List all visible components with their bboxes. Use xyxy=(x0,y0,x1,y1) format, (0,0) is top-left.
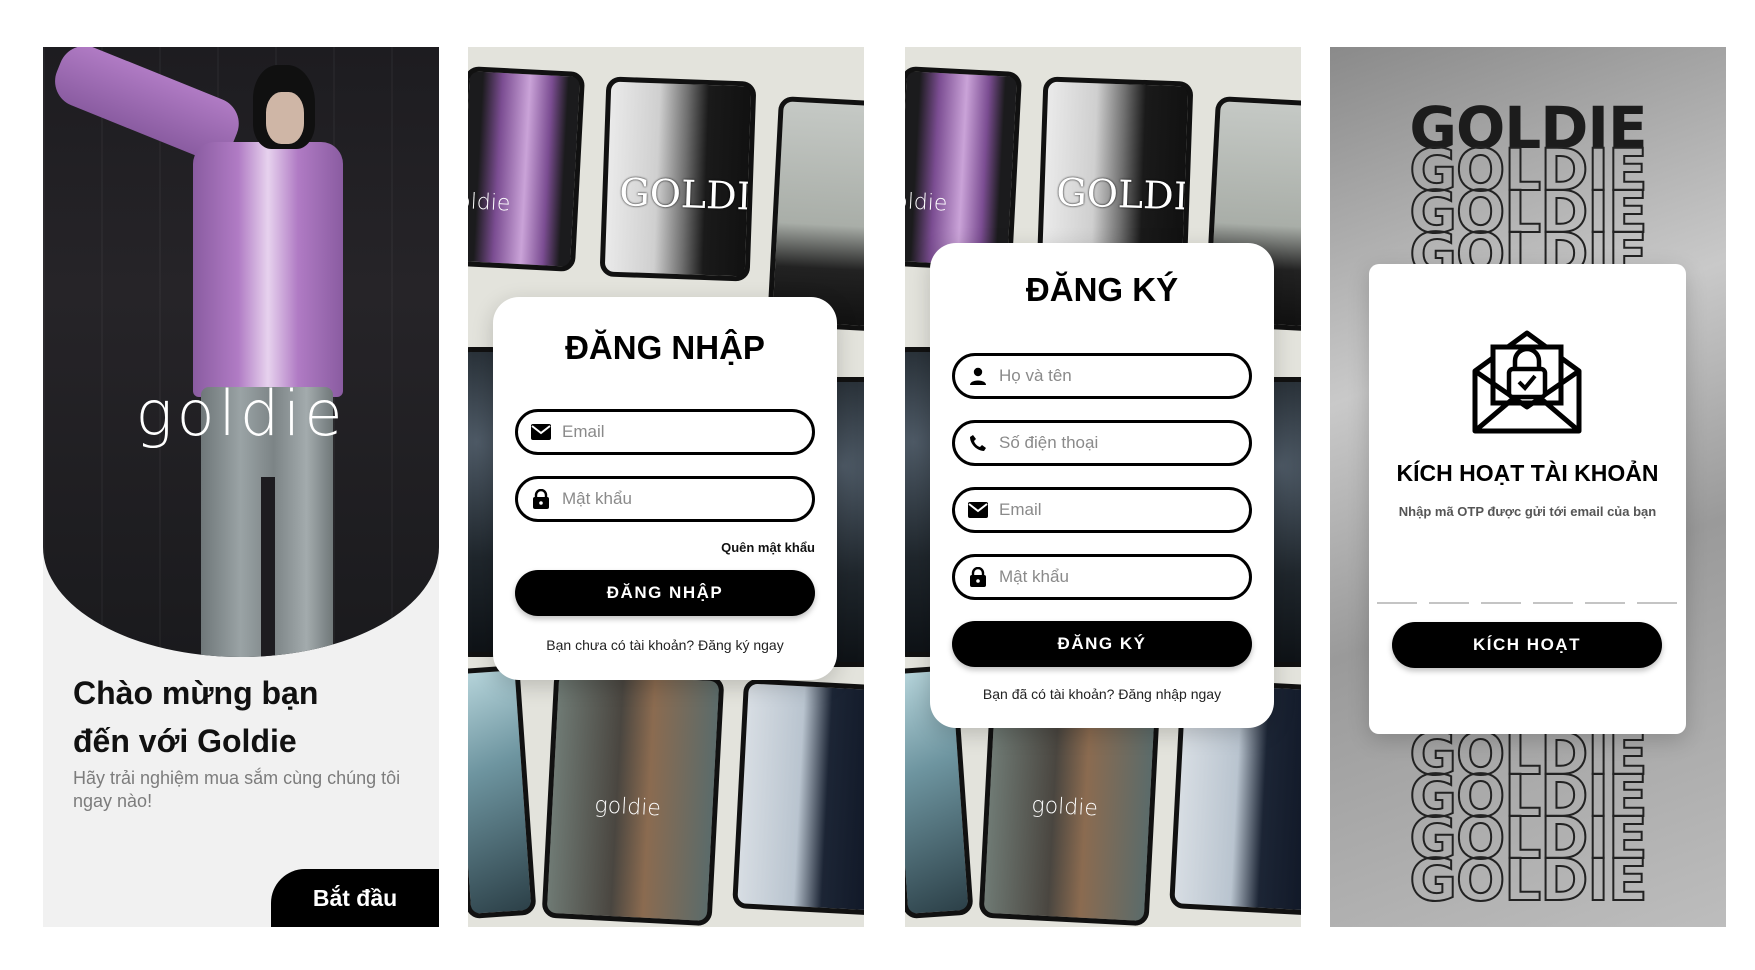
collage-tile: oldie xyxy=(905,65,1023,273)
collage-brand-text: oldie xyxy=(905,188,948,217)
activate-title: KÍCH HOẠT TÀI KHOẢN xyxy=(1396,460,1659,486)
full-name-field[interactable] xyxy=(952,353,1252,399)
activate-screen: GOLDIE GOLDIE GOLDIE GOLDIE GOLDIE GOLDI… xyxy=(1330,47,1726,927)
phone-icon xyxy=(967,432,989,454)
login-card: ĐĂNG NHẬP Quên mật khẩu ĐĂNG NHẬP Bạn ch… xyxy=(493,297,837,680)
lock-icon xyxy=(530,488,552,510)
password-input[interactable] xyxy=(562,489,802,509)
register-email-input[interactable] xyxy=(999,500,1239,520)
register-card: ĐĂNG KÝ ĐĂNG KÝ Bạn đã có tài kh xyxy=(930,243,1274,728)
collage-brand-text: goldie xyxy=(593,793,662,822)
envelope-lock-icon xyxy=(1467,319,1587,439)
envelope-icon xyxy=(967,499,989,521)
login-link[interactable]: Bạn đã có tài khoản? Đăng nhập ngay xyxy=(930,686,1274,702)
otp-digit-1[interactable] xyxy=(1377,582,1417,604)
welcome-title: Chào mừng bạn đến với Goldie xyxy=(73,669,393,765)
phone-input[interactable] xyxy=(999,433,1239,453)
register-email-field[interactable] xyxy=(952,487,1252,533)
bg-wordmark-top: GOLDIE GOLDIE GOLDIE GOLDIE xyxy=(1330,99,1726,284)
collage-tile: goldie xyxy=(541,667,725,927)
otp-digit-6[interactable] xyxy=(1637,582,1677,604)
brand-logo: goldie xyxy=(135,377,347,450)
welcome-title-line1: Chào mừng bạn xyxy=(73,675,319,711)
envelope-icon xyxy=(530,421,552,443)
person-icon xyxy=(967,365,989,387)
email-input[interactable] xyxy=(562,422,802,442)
activate-subtitle: Nhập mã OTP được gửi tới email của bạn xyxy=(1398,504,1657,519)
welcome-title-line2: đến với Goldie xyxy=(73,723,297,759)
login-title: ĐĂNG NHẬP xyxy=(565,329,765,366)
register-password-field[interactable] xyxy=(952,554,1252,600)
collage-brand-text: goldie xyxy=(1030,793,1099,822)
lock-icon xyxy=(967,566,989,588)
register-button[interactable]: ĐĂNG KÝ xyxy=(952,621,1252,667)
login-button[interactable]: ĐĂNG NHẬP xyxy=(515,570,815,616)
bg-wordmark-bottom: GOLDIE GOLDIE GOLDIE GOLDIE xyxy=(1330,724,1726,914)
login-screen: oldie GOLDIE goldie ĐĂNG NHẬP Quên mật k… xyxy=(468,47,864,927)
otp-inputs xyxy=(1377,582,1677,604)
activate-card: KÍCH HOẠT TÀI KHOẢN Nhập mã OTP được gửi… xyxy=(1369,264,1686,734)
collage-brand-text: oldie xyxy=(468,188,511,217)
email-field[interactable] xyxy=(515,409,815,455)
otp-digit-5[interactable] xyxy=(1585,582,1625,604)
collage-brand-text: GOLDIE xyxy=(618,169,757,220)
register-password-input[interactable] xyxy=(999,567,1239,587)
otp-digit-4[interactable] xyxy=(1533,582,1573,604)
register-title: ĐĂNG KÝ xyxy=(1025,271,1179,308)
welcome-subtitle: Hãy trải nghiệm mua sắm cùng chúng tôi n… xyxy=(73,768,401,811)
collage-tile xyxy=(468,664,537,920)
register-screen: oldie GOLDIE goldie ĐĂNG KÝ Họ và tên Số… xyxy=(905,47,1301,927)
activate-button[interactable]: KÍCH HOẠT xyxy=(1392,622,1662,668)
model-shirt xyxy=(193,142,343,397)
model-face xyxy=(266,92,304,144)
otp-digit-2[interactable] xyxy=(1429,582,1469,604)
hero-photo: goldie xyxy=(43,47,439,657)
collage-tile xyxy=(732,678,864,916)
password-field[interactable] xyxy=(515,476,815,522)
otp-digit-3[interactable] xyxy=(1481,582,1521,604)
collage-tile: GOLDIE xyxy=(599,76,757,282)
full-name-input[interactable] xyxy=(999,366,1239,386)
phone-field[interactable] xyxy=(952,420,1252,466)
register-link[interactable]: Bạn chưa có tài khoản? Đăng ký ngay xyxy=(493,637,837,653)
collage-tile: oldie xyxy=(468,65,586,273)
bg-word: GOLDIE xyxy=(1408,846,1648,914)
start-button[interactable]: Bắt đầu xyxy=(271,869,439,927)
welcome-screen: goldie Chào mừng bạn đến với Goldie Hãy … xyxy=(43,47,439,927)
forgot-password-link[interactable]: Quên mật khẩu xyxy=(721,540,815,555)
collage-brand-text: GOLDIE xyxy=(1055,169,1194,220)
